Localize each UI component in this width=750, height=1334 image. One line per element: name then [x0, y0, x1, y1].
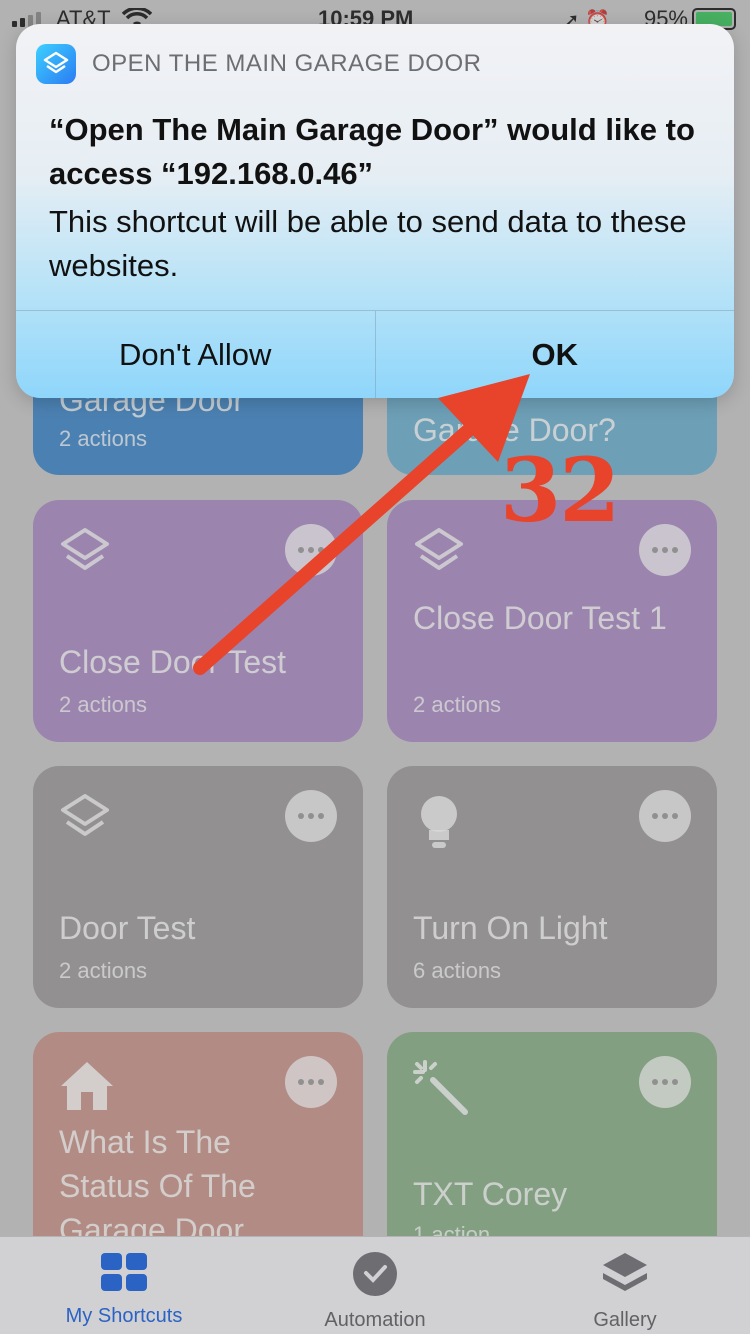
annotation-step-number: 32 [500, 438, 620, 542]
annotation-arrow [193, 374, 530, 675]
